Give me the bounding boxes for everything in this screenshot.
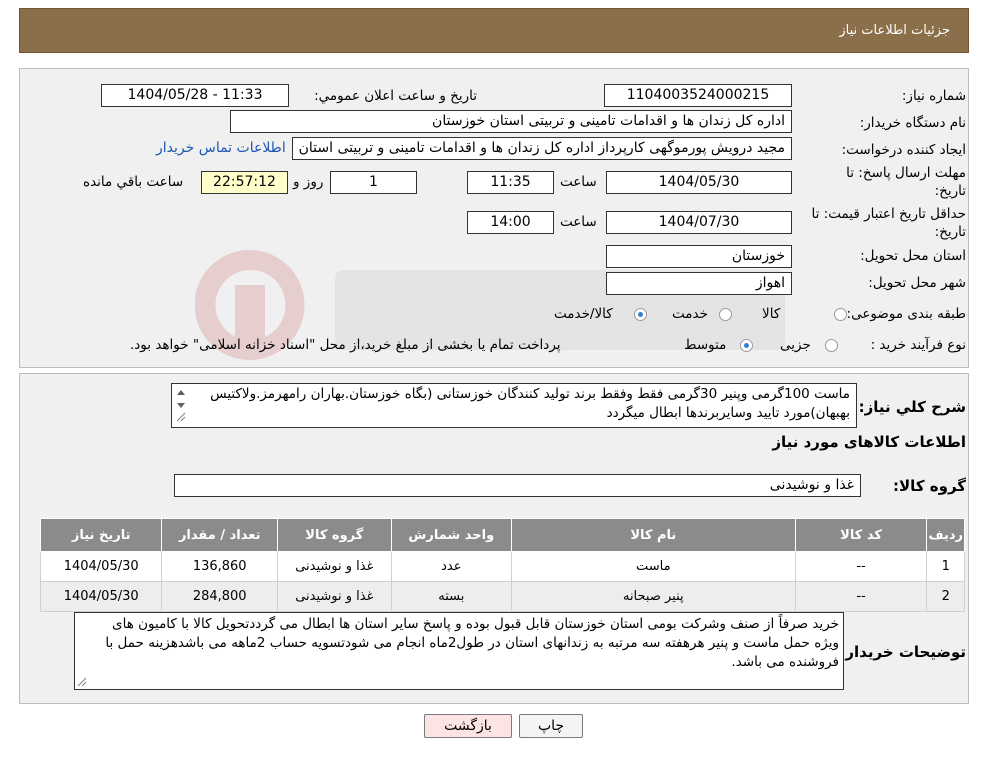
table-header-row: ردیف کد کالا نام کالا واحد شمارش گروه کا… <box>39 518 965 552</box>
province-field: خوزستان <box>606 245 792 268</box>
validity-label: حداقل تاریخ اعتبار قیمت: تا <box>811 206 966 222</box>
city-label: شهر محل تحویل: <box>868 275 966 291</box>
col-group: گروه کالا <box>277 518 392 552</box>
validity-date-field: 1404/07/30 <box>606 211 792 234</box>
province-label: استان محل تحویل: <box>860 248 966 264</box>
cell-need-date: 1404/05/30 <box>39 551 163 582</box>
cell-name: ماست <box>511 551 796 582</box>
summary-text: ماست 100گرمی وپنیر 30گرمی فقط وفقط برند … <box>210 386 850 421</box>
goods-group-label: گروه کالا: <box>893 477 966 495</box>
cell-row: 1 <box>926 551 965 582</box>
table-row: 2 -- پنیر صبحانه بسته غذا و نوشیدنی 284,… <box>39 581 965 612</box>
city-field: اهواز <box>606 272 792 295</box>
cell-group: غذا و نوشیدنی <box>277 581 392 612</box>
col-code: کد کالا <box>794 518 928 552</box>
category-option-goods-service: کالا/خدمت <box>554 306 613 322</box>
need-number-label: شماره نیاز: <box>901 88 966 104</box>
purchase-option-medium: متوسط <box>684 337 727 353</box>
cell-quantity: 136,860 <box>161 551 279 582</box>
print-button[interactable]: چاپ <box>519 714 583 738</box>
remaining-time-field: 22:57:12 <box>201 171 288 194</box>
deadline-time-label: ساعت <box>560 174 597 190</box>
col-need-date: تاریخ نیاز <box>39 518 163 552</box>
deadline-time-field: 11:35 <box>467 171 554 194</box>
cell-code: -- <box>794 581 928 612</box>
purchase-note: پرداخت تمام یا بخشی از مبلغ خرید،از محل … <box>130 337 561 353</box>
announce-field: 1404/05/28 - 11:33 <box>101 84 289 107</box>
category-radio-service[interactable] <box>719 308 732 321</box>
resize-grip-icon <box>77 677 87 687</box>
deadline-date-field: 1404/05/30 <box>606 171 792 194</box>
buyer-org-label: نام دستگاه خریدار: <box>859 115 966 131</box>
buyer-org-field: اداره كل زندان ها و اقدامات تامینی و ترب… <box>230 110 792 133</box>
page-header: جزئیات اطلاعات نیاز <box>19 8 969 53</box>
creator-field: مجید درویش پورموگهی کارپرداز اداره كل زن… <box>292 137 792 160</box>
category-radio-goods[interactable] <box>834 308 847 321</box>
goods-info-title: اطلاعات کالاهای مورد نیاز <box>772 433 966 451</box>
summary-label: شرح كلي نياز: <box>858 398 966 416</box>
summary-textarea[interactable]: ماست 100گرمی وپنیر 30گرمی فقط وفقط برند … <box>171 383 857 428</box>
table-row: 1 -- ماست عدد غذا و نوشیدنی 136,860 1404… <box>39 551 965 582</box>
days-label: روز و <box>293 174 324 190</box>
cell-unit: بسته <box>390 581 513 612</box>
category-radio-goods-service[interactable] <box>634 308 647 321</box>
cell-name: پنیر صبحانه <box>511 581 796 612</box>
cell-group: غذا و نوشیدنی <box>277 551 392 582</box>
scroll-arrows-icon <box>176 390 186 422</box>
validity-time-field: 14:00 <box>467 211 554 234</box>
category-label: طبقه بندی موضوعی: <box>846 306 966 322</box>
buyer-notes-label: توضیحات خریدار: <box>839 643 966 661</box>
col-quantity: تعداد / مقدار <box>161 518 279 552</box>
creator-label: ایجاد کننده درخواست: <box>841 142 966 158</box>
buyer-notes-textarea[interactable]: خرید صرفاً از صنف وشرکت بومی استان خوزست… <box>74 612 844 690</box>
goods-table: ردیف کد کالا نام کالا واحد شمارش گروه کا… <box>39 518 965 612</box>
announce-label: تاریخ و ساعت اعلان عمومي: <box>314 88 477 104</box>
need-number-field: 1104003524000215 <box>604 84 792 107</box>
validity-label-date: تاریخ: <box>934 224 966 240</box>
goods-group-field: غذا و نوشیدنی <box>174 474 861 497</box>
validity-time-label: ساعت <box>560 214 597 230</box>
col-unit: واحد شمارش <box>390 518 513 552</box>
col-row: ردیف <box>926 518 965 552</box>
remaining-label: ساعت باقي مانده <box>83 174 184 190</box>
purchase-radio-minor[interactable] <box>825 339 838 352</box>
col-name: نام کالا <box>511 518 796 552</box>
cell-row: 2 <box>926 581 965 612</box>
contact-buyer-link[interactable]: اطلاعات تماس خریدار <box>156 140 286 156</box>
purchase-option-minor: جزیی <box>780 337 811 353</box>
summary-scrollbar[interactable] <box>173 385 189 423</box>
cell-code: -- <box>794 551 928 582</box>
cell-quantity: 284,800 <box>161 581 279 612</box>
deadline-label-date: تاریخ: <box>934 183 966 199</box>
back-button[interactable]: بازگشت <box>424 714 512 738</box>
buyer-notes-text: خرید صرفاً از صنف وشرکت بومی استان خوزست… <box>105 616 839 670</box>
deadline-label: مهلت ارسال پاسخ: تا <box>846 165 966 181</box>
days-field: 1 <box>330 171 417 194</box>
cell-unit: عدد <box>390 551 513 582</box>
category-option-goods: کالا <box>762 306 781 322</box>
cell-need-date: 1404/05/30 <box>39 581 163 612</box>
purchase-radio-medium[interactable] <box>740 339 753 352</box>
purchase-type-label: نوع فرآیند خرید : <box>870 337 966 353</box>
category-option-service: خدمت <box>672 306 708 322</box>
page-title: جزئیات اطلاعات نیاز <box>839 23 950 38</box>
